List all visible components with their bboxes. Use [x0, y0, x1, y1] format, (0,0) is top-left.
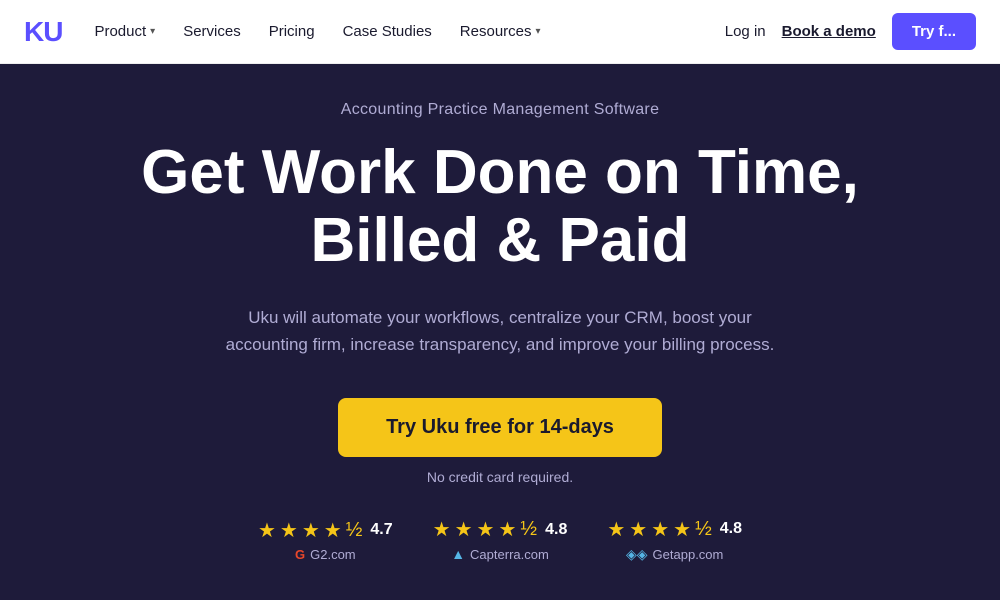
g2-icon: G [295, 547, 305, 562]
nav-item-services[interactable]: Services [183, 23, 241, 40]
brand-logo[interactable]: KU [24, 16, 62, 48]
book-demo-button[interactable]: Book a demo [782, 23, 876, 40]
star-c-half: ½ [520, 518, 537, 541]
star-4: ★ [324, 518, 342, 543]
login-button[interactable]: Log in [725, 23, 766, 40]
capterra-score: 4.8 [545, 521, 567, 539]
star-1: ★ [258, 518, 276, 543]
hero-section: Accounting Practice Management Software … [0, 64, 1000, 600]
rating-capterra: ★ ★ ★ ★ ½ 4.8 ▲ Capterra.com [433, 517, 568, 562]
chevron-down-icon-2: ▾ [536, 26, 541, 37]
hero-description: Uku will automate your workflows, centra… [220, 304, 780, 358]
chevron-down-icon: ▾ [150, 26, 155, 37]
star-c1: ★ [433, 517, 451, 542]
hero-title: Get Work Done on Time, Billed & Paid [141, 139, 859, 275]
nav-item-case-studies[interactable]: Case Studies [343, 23, 432, 40]
star-g3: ★ [651, 517, 669, 542]
star-g1: ★ [607, 517, 625, 542]
cta-button[interactable]: Try Uku free for 14-days [338, 398, 662, 457]
ratings-row: ★ ★ ★ ★ ½ 4.7 G G2.com ★ ★ ★ ★ ½ 4.8 [258, 517, 742, 563]
getapp-score: 4.8 [720, 520, 742, 538]
star-half: ½ [346, 519, 363, 542]
hero-subtitle: Accounting Practice Management Software [341, 101, 660, 119]
navbar-actions: Log in Book a demo Try f... [725, 13, 976, 50]
star-c4: ★ [498, 517, 516, 542]
nav-item-product[interactable]: Product ▾ [94, 23, 155, 40]
g2-source: G G2.com [295, 547, 356, 562]
star-c2: ★ [455, 517, 473, 542]
star-g2: ★ [629, 517, 647, 542]
nav-links: Product ▾ Services Pricing Case Studies … [94, 23, 724, 40]
star-c3: ★ [477, 517, 495, 542]
capterra-source: ▲ Capterra.com [451, 546, 549, 562]
rating-g2: ★ ★ ★ ★ ½ 4.7 G G2.com [258, 518, 393, 562]
no-credit-card-text: No credit card required. [427, 469, 573, 485]
star-3: ★ [302, 518, 320, 543]
capterra-icon: ▲ [451, 546, 465, 562]
g2-score: 4.7 [370, 521, 392, 539]
getapp-source: ◈◈ Getapp.com [626, 546, 723, 563]
star-g-half: ½ [695, 518, 712, 541]
navbar: KU Product ▾ Services Pricing Case Studi… [0, 0, 1000, 64]
nav-item-pricing[interactable]: Pricing [269, 23, 315, 40]
star-g4: ★ [673, 517, 691, 542]
nav-item-resources[interactable]: Resources ▾ [460, 23, 541, 40]
rating-getapp: ★ ★ ★ ★ ½ 4.8 ◈◈ Getapp.com [607, 517, 742, 563]
try-free-button[interactable]: Try f... [892, 13, 976, 50]
star-2: ★ [280, 518, 298, 543]
getapp-icon: ◈◈ [626, 546, 648, 563]
